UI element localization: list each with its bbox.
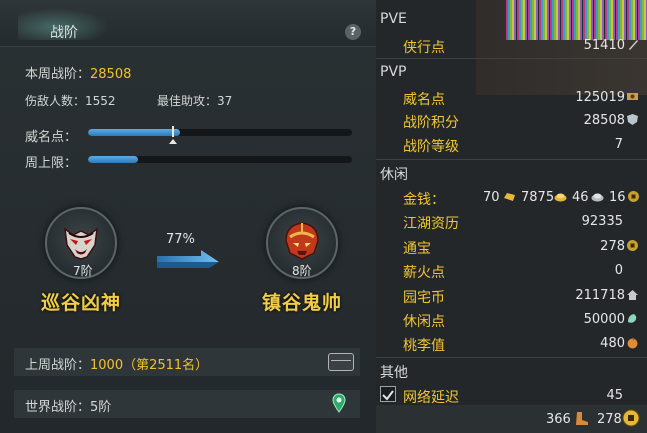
prestige-progress-fill [88, 129, 181, 136]
section-leisure: 休闲 [380, 167, 408, 183]
pvp-value: 28508 [583, 113, 625, 128]
weekly-rank-value: 28508 [90, 67, 132, 82]
pvp-row-prestige: 威名点 125019 [376, 86, 647, 108]
demon-mask-icon [64, 227, 98, 260]
footer-bar: 366 278 [376, 405, 647, 433]
other-row: 网络延迟 45 [376, 384, 647, 406]
kills-stat: 伤敌人数：1552 [25, 94, 116, 108]
location-pin-icon[interactable] [332, 393, 346, 413]
leisure-label: 薪火点 [403, 265, 445, 281]
jade-icon [628, 314, 637, 323]
money-label: 金钱： [403, 192, 445, 208]
arrow-right-icon [157, 250, 219, 268]
shield-icon [627, 114, 638, 125]
next-rank-name: 镇谷鬼帅 [262, 292, 343, 314]
pvp-row-rank-level: 战阶等级 7 [376, 133, 647, 155]
prestige-marker [172, 126, 174, 137]
leisure-value: 480 [600, 336, 625, 351]
last-week-row: 上周战阶：1000（第2511名） [25, 354, 208, 373]
leisure-value: 278 [600, 239, 625, 254]
last-week-value: 1000（第2511名） [90, 358, 209, 373]
boot-icon[interactable] [573, 410, 590, 427]
pvp-label: 战阶等级 [403, 139, 459, 155]
prestige-label: 威名点： [25, 130, 78, 145]
silver-ingot-icon [591, 193, 604, 202]
footer-right-value: 278 [597, 412, 622, 427]
pvp-label: 战阶积分 [403, 115, 459, 131]
rank-panel: 战阶 ? 本周战阶：28508 伤敌人数：1552 最佳助攻：37 威名点： 周… [0, 0, 376, 433]
divider [376, 58, 647, 59]
leisure-row: 江湖资历 92335 [376, 210, 647, 232]
leisure-value: 92335 [581, 214, 623, 229]
weekly-rank-label: 本周战阶： [25, 67, 91, 82]
copper-coin-icon[interactable] [622, 409, 640, 427]
leisure-label: 园宅币 [403, 290, 445, 306]
leisure-label: 江湖资历 [403, 216, 459, 232]
rank-progress-percent: 77% [166, 232, 195, 247]
gold-ingot-icon [504, 193, 515, 201]
copper-coin-icon [628, 191, 639, 202]
gold-coin-icon [554, 193, 567, 202]
world-rank: 世界战阶：5阶 [25, 400, 112, 415]
leisure-row: 休闲点 50000 [376, 308, 647, 330]
leisure-label: 休闲点 [403, 314, 445, 330]
leisure-value: 50000 [583, 312, 625, 327]
pve-row: 侠行点 51410 [376, 34, 647, 56]
currency-panel: PVE 侠行点 51410 PVP 威名点 125019 战阶积分 28508 … [376, 0, 647, 433]
pve-value: 51410 [583, 38, 625, 53]
current-rank-tier: 7阶 [73, 264, 93, 278]
prestige-marker-arrow [169, 139, 177, 144]
leisure-row: 桃李值 480 [376, 332, 647, 354]
prestige-icon [627, 93, 638, 100]
peach-icon [627, 337, 638, 349]
weekly-cap-progress-fill [88, 156, 139, 163]
panel-title: 战阶 [50, 25, 78, 41]
weekly-cap-progress-bar [88, 156, 352, 163]
pvp-label: 威名点 [403, 92, 445, 108]
chest-icon[interactable] [328, 353, 354, 371]
weekly-rank-row: 本周战阶：28508 [25, 63, 131, 82]
divider [376, 357, 647, 358]
leisure-label: 通宝 [403, 241, 431, 257]
pvp-row-rank-points: 战阶积分 28508 [376, 109, 647, 131]
panel-header: 战阶 ? [0, 0, 376, 47]
leisure-row: 通宝 278 [376, 235, 647, 257]
house-coin-icon [627, 290, 638, 300]
pvp-value: 7 [614, 137, 623, 152]
footer-left-value: 366 [546, 412, 571, 427]
money-silver-value: 46 [572, 190, 589, 205]
current-rank-name: 巡谷凶神 [41, 292, 122, 314]
money-copper-value: 16 [609, 190, 626, 205]
divider [376, 159, 647, 160]
section-other: 其他 [380, 365, 408, 381]
section-pve: PVE [380, 11, 407, 27]
next-rank-tier: 8阶 [292, 264, 312, 278]
other-label: 网络延迟 [403, 390, 459, 406]
money-gold-value: 7875 [521, 190, 555, 205]
section-pvp: PVP [380, 64, 407, 80]
assists-stat: 最佳助攻：37 [157, 94, 233, 108]
money-row: 金钱： 70 7875 46 16 [376, 186, 647, 208]
prestige-progress-bar [88, 129, 352, 136]
pvp-value: 125019 [575, 90, 625, 105]
money-gold-ingot-value: 70 [483, 190, 500, 205]
leisure-row: 园宅币 211718 [376, 284, 647, 306]
demon-helmet-icon [285, 222, 319, 260]
leisure-row: 薪火点 0 [376, 259, 647, 281]
last-week-label: 上周战阶： [25, 358, 91, 373]
copper-coin-icon [627, 240, 638, 251]
leisure-value: 211718 [575, 288, 625, 303]
other-value: 45 [606, 388, 623, 403]
leisure-value: 0 [614, 263, 623, 278]
weekly-cap-label: 周上限： [25, 156, 78, 171]
sword-icon [629, 40, 638, 50]
pve-label: 侠行点 [403, 40, 445, 56]
leisure-label: 桃李值 [403, 338, 445, 354]
help-button[interactable]: ? [345, 24, 361, 40]
